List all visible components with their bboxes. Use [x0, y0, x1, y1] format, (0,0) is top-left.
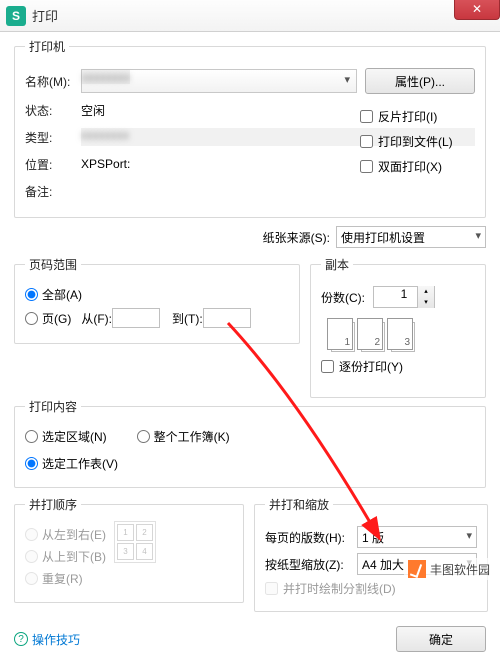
scale-value: A4 加大 — [362, 556, 404, 573]
count-spinner[interactable]: 1 — [373, 286, 435, 308]
collate-label: 逐份打印(Y) — [339, 358, 403, 375]
printer-legend: 打印机 — [25, 38, 69, 55]
to-label: 到(T): — [172, 310, 203, 327]
drawlines-check: 并打时绘制分割线(D) — [265, 580, 477, 597]
range-all-label: 全部(A) — [42, 286, 82, 303]
reverse-check[interactable]: 反片打印(I) — [360, 108, 453, 125]
page-icon-3: 3 — [387, 318, 413, 350]
status-label: 状态: — [25, 102, 81, 119]
page-icon-2: 2 — [357, 318, 383, 350]
printer-group: 打印机 名称(M): xxxxxxxx 属性(P)... 状态: 空闲 类型: … — [14, 38, 486, 218]
where-label: 位置: — [25, 156, 81, 173]
reverse-label: 反片打印(I) — [378, 108, 437, 125]
order-repeat-label: 重复(R) — [42, 570, 83, 587]
properties-button[interactable]: 属性(P)... — [365, 68, 475, 94]
perpage-value: 1 版 — [362, 529, 384, 546]
content-legend: 打印内容 — [25, 398, 81, 415]
range-legend: 页码范围 — [25, 256, 81, 273]
where-value: XPSPort: — [81, 157, 130, 171]
from-input[interactable] — [112, 308, 160, 328]
watermark: 丰图软件园 — [404, 558, 494, 580]
scale-group: 并打和缩放 每页的版数(H): 1 版 按纸型缩放(Z): A4 加大 并打时绘… — [254, 496, 488, 612]
status-value: 空闲 — [81, 102, 105, 119]
duplex-label: 双面打印(X) — [378, 158, 442, 175]
scale-legend: 并打和缩放 — [265, 496, 333, 513]
scale-label: 按纸型缩放(Z): — [265, 556, 357, 573]
help-link[interactable]: ? 操作技巧 — [14, 631, 80, 648]
content-workbook-label: 整个工作簿(K) — [154, 428, 230, 445]
content-selection-radio[interactable]: 选定区域(N) — [25, 428, 107, 445]
order-lr-label: 从左到右(E) — [42, 526, 106, 543]
type-label: 类型: — [25, 129, 81, 146]
count-label: 份数(C): — [321, 289, 365, 306]
content-workbook-radio[interactable]: 整个工作簿(K) — [137, 428, 230, 445]
printer-name-value: xxxxxxxx — [82, 70, 130, 84]
order-tb-radio: 从上到下(B) — [25, 548, 106, 565]
order-legend: 并打顺序 — [25, 496, 81, 513]
source-select[interactable]: 使用打印机设置 — [336, 226, 486, 248]
order-lr-radio: 从左到右(E) — [25, 526, 106, 543]
to-input[interactable] — [203, 308, 251, 328]
content-sheets-radio[interactable]: 选定工作表(V) — [25, 455, 475, 472]
order-preview: 1234 — [114, 521, 156, 563]
page-icon-1: 1 — [327, 318, 353, 350]
duplex-check[interactable]: 双面打印(X) — [360, 158, 453, 175]
source-value: 使用打印机设置 — [341, 229, 425, 246]
copies-legend: 副本 — [321, 256, 353, 273]
content-sheets-label: 选定工作表(V) — [42, 455, 118, 472]
perpage-select[interactable]: 1 版 — [357, 526, 477, 548]
order-tb-label: 从上到下(B) — [42, 548, 106, 565]
printer-name-select[interactable]: xxxxxxxx — [81, 69, 357, 93]
order-group: 并打顺序 从左到右(E) 从上到下(B) 重复(R) 1234 — [14, 496, 244, 603]
collate-check[interactable]: 逐份打印(Y) — [321, 358, 475, 375]
range-all-radio[interactable]: 全部(A) — [25, 286, 289, 303]
from-label: 从(F): — [81, 310, 112, 327]
order-repeat-radio: 重复(R) — [25, 570, 106, 587]
perpage-label: 每页的版数(H): — [265, 529, 357, 546]
range-pages-label: 页(G) — [42, 310, 71, 327]
range-group: 页码范围 全部(A) 页(G) 从(F): 到(T): — [14, 256, 300, 344]
content-selection-label: 选定区域(N) — [42, 428, 107, 445]
name-label: 名称(M): — [25, 73, 81, 90]
watermark-icon — [408, 560, 426, 578]
watermark-text: 丰图软件园 — [430, 561, 490, 578]
ok-button[interactable]: 确定 — [396, 626, 486, 652]
tofile-label: 打印到文件(L) — [378, 133, 453, 150]
window-title: 打印 — [32, 6, 58, 25]
help-label: 操作技巧 — [32, 631, 80, 648]
comment-label: 备注: — [25, 183, 81, 200]
source-label: 纸张来源(S): — [263, 229, 330, 246]
tofile-check[interactable]: 打印到文件(L) — [360, 133, 453, 150]
range-pages-radio[interactable]: 页(G) — [25, 310, 71, 327]
titlebar: S 打印 ✕ — [0, 0, 500, 32]
close-button[interactable]: ✕ — [454, 0, 500, 20]
app-icon: S — [6, 6, 26, 26]
copies-group: 副本 份数(C): 1 1 2 3 逐份打印(Y) — [310, 256, 486, 398]
content-group: 打印内容 选定区域(N) 整个工作簿(K) 选定工作表(V) — [14, 398, 486, 488]
close-icon: ✕ — [472, 2, 482, 16]
help-icon: ? — [14, 632, 28, 646]
drawlines-label: 并打时绘制分割线(D) — [283, 580, 396, 597]
copies-preview: 1 2 3 — [327, 318, 475, 350]
